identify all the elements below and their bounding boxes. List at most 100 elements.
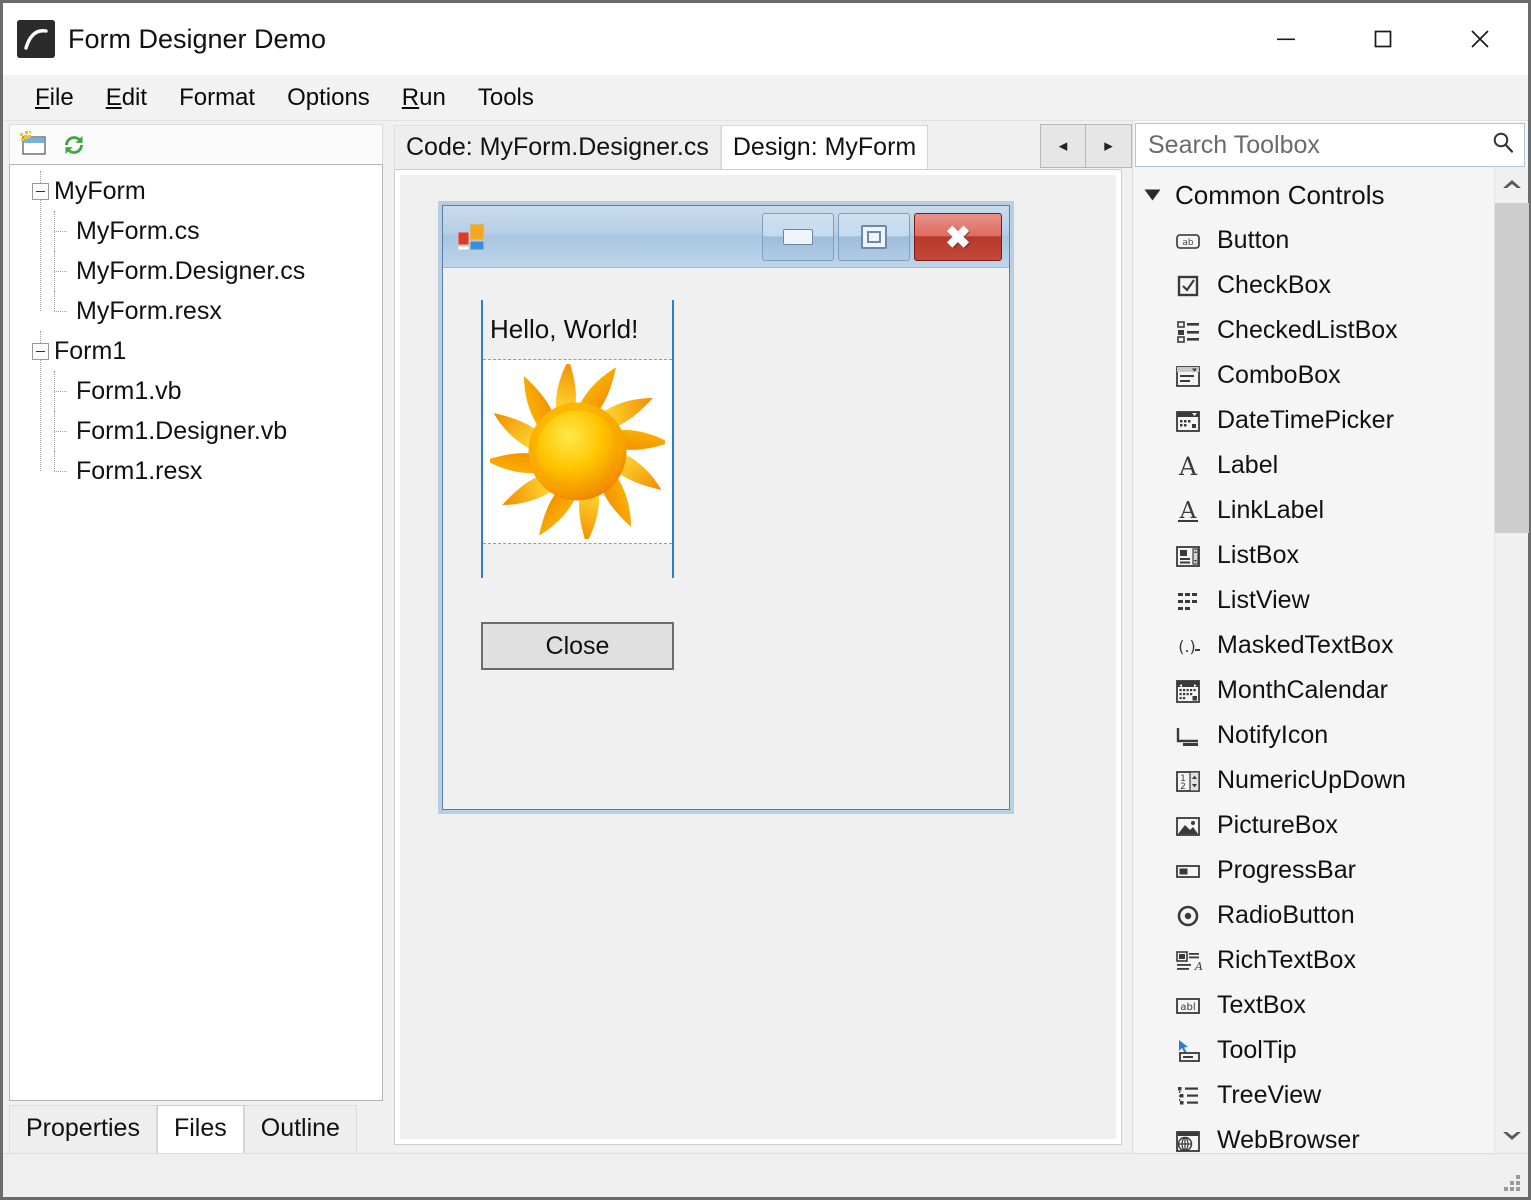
collapse-icon[interactable] xyxy=(32,183,49,200)
toolbox-item-label: ComboBox xyxy=(1217,361,1341,390)
toolbox-item-label: WebBrowser xyxy=(1217,1126,1360,1153)
new-form-icon[interactable] xyxy=(19,130,49,160)
tab-properties[interactable]: Properties xyxy=(9,1105,157,1153)
sun-image xyxy=(490,364,665,539)
search-icon[interactable] xyxy=(1490,130,1516,161)
collapse-icon[interactable] xyxy=(32,343,49,360)
svg-text:(.): (.) xyxy=(1178,637,1196,656)
toolbox-item-listview[interactable]: ListView xyxy=(1133,578,1494,623)
window-controls xyxy=(1237,3,1528,75)
menu-options[interactable]: Options xyxy=(271,82,386,114)
toolbox-item-treeview[interactable]: TreeView xyxy=(1133,1073,1494,1118)
files-toolbar xyxy=(9,124,383,164)
tree-item-form1-vb[interactable]: Form1.vb xyxy=(10,371,382,411)
tab-outline[interactable]: Outline xyxy=(244,1105,357,1153)
toolbox-item-label: CheckBox xyxy=(1217,271,1331,300)
minimize-button[interactable] xyxy=(1237,3,1334,75)
toolbox-item-datetimepicker[interactable]: DateTimePicker xyxy=(1133,398,1494,443)
tab-next-button[interactable]: ▸ xyxy=(1086,124,1132,168)
tree-item-myform-designer-cs[interactable]: MyForm.Designer.cs xyxy=(10,251,382,291)
tree-elbow-icon xyxy=(54,451,72,491)
search-input[interactable] xyxy=(1146,130,1490,161)
radiobutton-icon xyxy=(1173,901,1203,931)
toolbox-item-listbox[interactable]: ListBox xyxy=(1133,533,1494,578)
monthcalendar-icon xyxy=(1173,676,1203,706)
toolbox-group-common-controls[interactable]: Common Controls xyxy=(1133,172,1494,218)
toolbox-item-label[interactable]: A Label xyxy=(1133,443,1494,488)
mock-form-close-button[interactable]: ✖ xyxy=(914,213,1002,261)
toolbox-item-linklabel[interactable]: A LinkLabel xyxy=(1133,488,1494,533)
tree-node-myform[interactable]: MyForm xyxy=(10,171,382,211)
toolbox-list[interactable]: Common Controls ab Button xyxy=(1133,167,1494,1153)
tree-elbow-icon xyxy=(54,211,72,251)
resize-grip-icon[interactable] xyxy=(1504,1175,1520,1191)
tree-elbow-icon xyxy=(54,371,72,411)
toolbox-item-monthcalendar[interactable]: MonthCalendar xyxy=(1133,668,1494,713)
treeview-icon xyxy=(1173,1081,1203,1111)
tree-item-label: MyForm.Designer.cs xyxy=(76,257,305,286)
tab-design-myform[interactable]: Design: MyForm xyxy=(721,125,928,169)
menu-edit[interactable]: Edit xyxy=(90,82,163,114)
menu-bar: File Edit Format Options Run Tools xyxy=(3,75,1528,121)
toolbox-group-label: Common Controls xyxy=(1175,180,1385,211)
menu-run[interactable]: Run xyxy=(386,82,462,114)
toolbox-item-checkbox[interactable]: CheckBox xyxy=(1133,263,1494,308)
form-close-button[interactable]: Close xyxy=(481,622,674,670)
menu-file[interactable]: File xyxy=(19,82,90,114)
toolbox-item-button[interactable]: ab Button xyxy=(1133,218,1494,263)
form-label[interactable]: Hello, World! xyxy=(483,300,672,360)
toolbox-item-textbox[interactable]: abl TextBox xyxy=(1133,983,1494,1028)
refresh-icon[interactable] xyxy=(59,130,89,160)
menu-tools[interactable]: Tools xyxy=(462,82,550,114)
mock-form-client-area[interactable]: Hello, World! xyxy=(450,274,1002,802)
chevron-down-icon[interactable] xyxy=(1145,190,1161,201)
close-button[interactable] xyxy=(1431,3,1528,75)
toolbox-item-label: CheckedListBox xyxy=(1217,316,1398,345)
toolbox-item-label: Label xyxy=(1217,451,1278,480)
toolbox-item-richtextbox[interactable]: A RichTextBox xyxy=(1133,938,1494,983)
toolbox-item-checkedlistbox[interactable]: CheckedListBox xyxy=(1133,308,1494,353)
form-app-icon xyxy=(457,220,491,254)
picturebox-icon xyxy=(1173,811,1203,841)
tree-item-form1-resx[interactable]: Form1.resx xyxy=(10,451,382,491)
tab-files[interactable]: Files xyxy=(157,1105,244,1153)
toolbox-item-webbrowser[interactable]: WebBrowser xyxy=(1133,1118,1494,1153)
tree-item-form1-designer-vb[interactable]: Form1.Designer.vb xyxy=(10,411,382,451)
mock-form-minimize-button[interactable] xyxy=(762,213,834,261)
svg-text:A: A xyxy=(1178,452,1198,480)
tree-item-label: Form1.Designer.vb xyxy=(76,417,287,446)
tab-code-myform-designer[interactable]: Code: MyForm.Designer.cs xyxy=(394,125,721,169)
design-surface[interactable]: ✖ Hello, World! xyxy=(400,175,1116,1139)
toolbox-item-label: ToolTip xyxy=(1217,1036,1297,1065)
toolbox-item-notifyicon[interactable]: NotifyIcon xyxy=(1133,713,1494,758)
tree-group-myform: MyForm MyForm.cs MyForm.Designer.cs MyFo… xyxy=(10,171,382,331)
scrollbar-thumb[interactable] xyxy=(1495,203,1529,533)
tree-item-myform-cs[interactable]: MyForm.cs xyxy=(10,211,382,251)
scroll-up-button[interactable] xyxy=(1495,167,1529,201)
tree-item-label: MyForm.cs xyxy=(76,217,200,246)
design-surface-frame: ✖ Hello, World! xyxy=(394,169,1122,1145)
tree-node-form1[interactable]: Form1 xyxy=(10,331,382,371)
mock-form-window[interactable]: ✖ Hello, World! xyxy=(442,205,1010,810)
mock-form-maximize-button[interactable] xyxy=(838,213,910,261)
status-bar xyxy=(3,1153,1528,1197)
toolbox-item-progressbar[interactable]: ProgressBar xyxy=(1133,848,1494,893)
selected-control-panel[interactable]: Hello, World! xyxy=(481,300,674,578)
toolbox-item-radiobutton[interactable]: RadioButton xyxy=(1133,893,1494,938)
checkedlistbox-icon xyxy=(1173,316,1203,346)
menu-format[interactable]: Format xyxy=(163,82,271,114)
toolbox-item-maskedtextbox[interactable]: (.) MaskedTextBox xyxy=(1133,623,1494,668)
toolbox-item-numericupdown[interactable]: 1 2 NumericUpDown xyxy=(1133,758,1494,803)
maximize-button[interactable] xyxy=(1334,3,1431,75)
file-tree[interactable]: MyForm MyForm.cs MyForm.Designer.cs MyFo… xyxy=(9,164,383,1101)
toolbox-item-combobox[interactable]: ComboBox xyxy=(1133,353,1494,398)
tab-prev-button[interactable]: ◂ xyxy=(1040,124,1086,168)
toolbox-item-picturebox[interactable]: PictureBox xyxy=(1133,803,1494,848)
toolbox-search[interactable] xyxy=(1135,123,1525,167)
toolbox-item-tooltip[interactable]: ToolTip xyxy=(1133,1028,1494,1073)
scroll-down-button[interactable] xyxy=(1495,1119,1529,1153)
main-body: MyForm MyForm.cs MyForm.Designer.cs MyFo… xyxy=(3,121,1528,1153)
tree-item-myform-resx[interactable]: MyForm.resx xyxy=(10,291,382,331)
toolbox-scrollbar[interactable] xyxy=(1494,167,1528,1153)
form-picturebox[interactable] xyxy=(483,360,672,544)
